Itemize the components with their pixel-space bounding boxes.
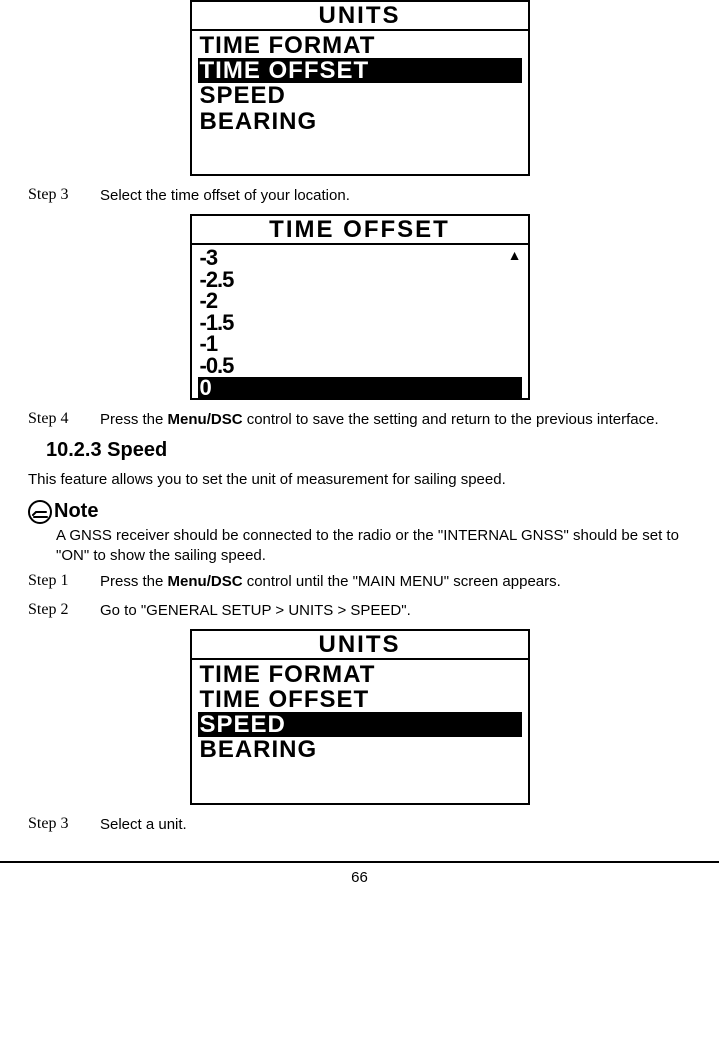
lcd-item: -0.5 xyxy=(198,355,522,377)
step-3b: Step 3 Select a unit. xyxy=(28,815,691,835)
step-text: Press the Menu/DSC control until the "MA… xyxy=(100,572,691,592)
step-4: Step 4 Press the Menu/DSC control to sav… xyxy=(28,410,691,430)
lcd-item: -2 xyxy=(198,290,522,312)
step-text: Select the time offset of your location. xyxy=(100,186,691,206)
lcd-units-1: UNITS TIME FORMAT TIME OFFSET SPEED BEAR… xyxy=(190,0,530,176)
step-text: Press the Menu/DSC control to save the s… xyxy=(100,410,691,430)
lcd-body: ▲ -3 -2.5 -2 -1.5 -1 -0.5 0 xyxy=(192,245,528,400)
step-label: Step 2 xyxy=(28,601,100,621)
text-bold: Menu/DSC xyxy=(168,411,243,428)
lcd-item: SPEED xyxy=(198,83,522,108)
lcd-body: TIME FORMAT TIME OFFSET SPEED BEARING xyxy=(192,31,528,136)
lcd-item: TIME FORMAT xyxy=(198,662,522,687)
lcd-item: -2.5 xyxy=(198,269,522,291)
step-1: Step 1 Press the Menu/DSC control until … xyxy=(28,572,691,592)
lcd-title: UNITS xyxy=(192,2,528,31)
lcd-item-highlighted: SPEED xyxy=(198,712,522,737)
step-text: Go to "GENERAL SETUP > UNITS > SPEED". xyxy=(100,601,691,621)
step-label: Step 4 xyxy=(28,410,100,430)
footer-rule xyxy=(0,861,719,863)
step-label: Step 1 xyxy=(28,572,100,592)
step-3a: Step 3 Select the time offset of your lo… xyxy=(28,186,691,206)
text-bold: Menu/DSC xyxy=(168,573,243,590)
note-header: Note xyxy=(28,500,691,524)
note-body: A GNSS receiver should be connected to t… xyxy=(56,526,691,567)
lcd-body: TIME FORMAT TIME OFFSET SPEED BEARING xyxy=(192,660,528,765)
text-prefix: Press the xyxy=(100,573,168,590)
note-icon xyxy=(28,500,52,524)
lcd-item: -1.5 xyxy=(198,312,522,334)
step-label: Step 3 xyxy=(28,815,100,835)
lcd-title: UNITS xyxy=(192,631,528,660)
lcd-item: BEARING xyxy=(198,109,522,134)
text-prefix: Press the xyxy=(100,411,168,428)
step-label: Step 3 xyxy=(28,186,100,206)
lcd-item-highlighted: TIME OFFSET xyxy=(198,58,522,83)
page-number: 66 xyxy=(0,869,719,890)
step-text: Select a unit. xyxy=(100,815,691,835)
lcd-units-2: UNITS TIME FORMAT TIME OFFSET SPEED BEAR… xyxy=(190,629,530,805)
text-suffix: control to save the setting and return t… xyxy=(243,411,659,428)
lcd-item: TIME FORMAT xyxy=(198,33,522,58)
lcd-item-highlighted: 0 xyxy=(198,377,522,399)
scroll-up-icon: ▲ xyxy=(508,249,522,262)
step-2: Step 2 Go to "GENERAL SETUP > UNITS > SP… xyxy=(28,601,691,621)
lcd-item: -3 xyxy=(198,247,522,269)
text-suffix: control until the "MAIN MENU" screen app… xyxy=(243,573,561,590)
note-label: Note xyxy=(54,500,98,523)
lcd-item: BEARING xyxy=(198,737,522,762)
lcd-title: TIME OFFSET xyxy=(192,216,528,245)
lcd-item: -1 xyxy=(198,333,522,355)
lcd-time-offset: TIME OFFSET ▲ -3 -2.5 -2 -1.5 -1 -0.5 0 xyxy=(190,214,530,400)
section-heading: 10.2.3 Speed xyxy=(46,439,691,462)
intro-paragraph: This feature allows you to set the unit … xyxy=(28,470,691,490)
lcd-item: TIME OFFSET xyxy=(198,687,522,712)
